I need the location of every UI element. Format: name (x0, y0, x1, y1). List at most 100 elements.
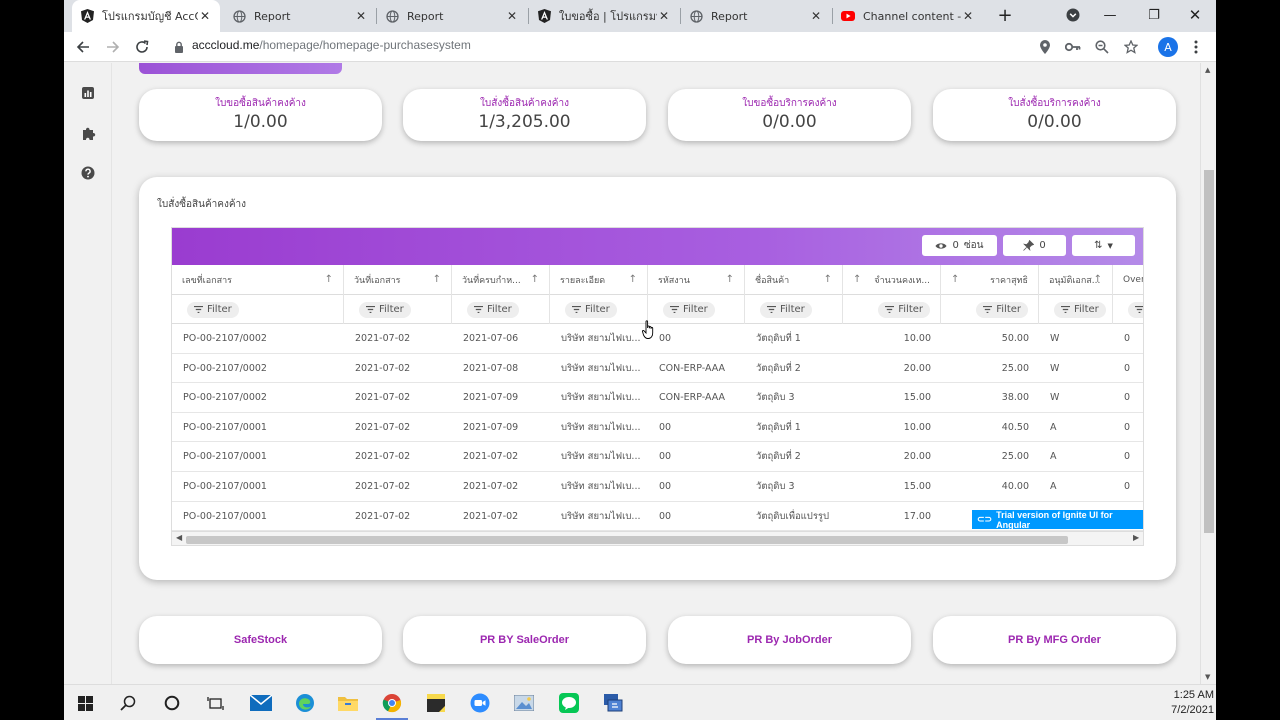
filter-button[interactable]: Filter (565, 301, 617, 318)
scroll-down-icon[interactable]: ▼ (1205, 673, 1210, 681)
filter-button[interactable]: Filter (663, 301, 715, 318)
column-header[interactable]: ชื่อสินค้า ↑ (745, 265, 843, 295)
column-header[interactable]: Over (1113, 265, 1143, 295)
new-tab-button[interactable]: + (985, 0, 1025, 30)
tab-youtube[interactable]: Channel content - Y ✕ (833, 0, 983, 32)
filter-button[interactable]: Filter (359, 301, 411, 318)
close-window-button[interactable]: ✕ (1175, 0, 1215, 30)
windows-start-icon[interactable] (73, 691, 97, 715)
sort-arrow-icon[interactable]: ↑ (853, 274, 861, 285)
sort-menu-button[interactable]: ⇅ ▼ (1072, 235, 1135, 256)
tab-search-button[interactable] (1053, 0, 1093, 30)
stat-card-pr-service[interactable]: ใบขอซื้อบริการคงค้าง 0/0.00 (668, 89, 911, 141)
stat-card-pr-goods[interactable]: ใบขอซื้อสินค้าคงค้าง 1/0.00 (139, 89, 382, 141)
tab-report-2[interactable]: Report ✕ (377, 0, 527, 32)
scrollbar-thumb[interactable] (1204, 170, 1214, 533)
pin-columns-button[interactable]: 0 (1003, 235, 1066, 256)
tab-report-3[interactable]: Report ✕ (681, 0, 831, 32)
scroll-right-icon[interactable]: ▶ (1133, 533, 1139, 542)
filter-button[interactable]: Filter (467, 301, 519, 318)
column-header[interactable]: วันที่ครบกำห... ↑ (452, 265, 550, 295)
table-row[interactable]: PO-00-2107/0001 2021-07-02 2021-07-02 บริษั… (172, 442, 1143, 472)
filter-button[interactable] (1128, 301, 1143, 318)
sort-arrow-icon[interactable]: ↑ (1094, 274, 1102, 285)
filter-button[interactable]: Filter (976, 301, 1028, 318)
sort-arrow-icon[interactable]: ↑ (629, 274, 637, 285)
search-icon[interactable] (116, 691, 140, 715)
tab-purchase-request[interactable]: ใบขอซื้อ | โปรแกรมบัญ ✕ (529, 0, 679, 32)
edge-icon[interactable] (293, 691, 317, 715)
secure-lock-icon[interactable] (168, 36, 190, 58)
column-header[interactable]: ราคาสุทธิ ↑ (941, 265, 1039, 295)
hide-columns-button[interactable]: 0 ซ่อน (922, 235, 997, 256)
location-icon[interactable] (1036, 38, 1054, 56)
key-icon[interactable] (1064, 38, 1082, 56)
menu-dots-icon[interactable] (1187, 38, 1205, 56)
table-row[interactable]: PO-00-2107/0001 2021-07-02 2021-07-09 บริษั… (172, 413, 1143, 443)
close-tab-icon[interactable]: ✕ (961, 9, 975, 23)
chrome-icon[interactable] (380, 691, 404, 715)
sort-arrow-icon[interactable]: ↑ (325, 274, 333, 285)
safestock-button[interactable]: SafeStock (139, 616, 382, 664)
scrollbar-thumb[interactable] (186, 536, 1068, 544)
trial-notice[interactable]: ⊂⊃ Trial version of Ignite UI for Angula… (972, 510, 1143, 530)
help-icon[interactable] (79, 164, 97, 182)
close-tab-icon[interactable]: ✕ (809, 9, 823, 23)
column-header[interactable]: วันที่เอกสาร ↑ (344, 265, 452, 295)
filter-button[interactable]: Filter (187, 301, 239, 318)
table-row[interactable]: PO-00-2107/0001 2021-07-02 2021-07-02 บริษั… (172, 472, 1143, 502)
column-header[interactable]: อนุมัติเอกส... ↑ (1039, 265, 1113, 295)
stat-card-po-goods[interactable]: ใบสั่งซื้อสินค้าคงค้าง 1/3,205.00 (403, 89, 646, 141)
horizontal-scrollbar[interactable]: ◀ ▶ (172, 531, 1143, 545)
pr-by-saleorder-button[interactable]: PR BY SaleOrder (403, 616, 646, 664)
file-explorer-icon[interactable] (336, 691, 360, 715)
sort-arrow-icon[interactable]: ↑ (531, 274, 539, 285)
close-tab-icon[interactable]: ✕ (657, 9, 671, 23)
close-tab-icon[interactable]: ✕ (354, 9, 368, 23)
column-header[interactable]: รายละเอียด ↑ (550, 265, 648, 295)
column-header[interactable]: จำนวนคงเห... ↑ (843, 265, 941, 295)
sort-arrow-icon[interactable]: ↑ (726, 274, 734, 285)
restore-button[interactable]: ❐ (1134, 0, 1174, 30)
filter-button[interactable]: Filter (1054, 301, 1106, 318)
forward-button[interactable] (102, 36, 124, 58)
sort-arrow-icon[interactable]: ↑ (824, 274, 832, 285)
cortana-icon[interactable] (160, 691, 184, 715)
zoom-app-icon[interactable] (468, 691, 492, 715)
minimize-button[interactable]: — (1090, 0, 1130, 30)
vertical-scrollbar[interactable]: ▲ ▼ (1200, 63, 1216, 684)
table-row[interactable]: PO-00-2107/0002 2021-07-02 2021-07-06 บริษั… (172, 324, 1143, 354)
filter-button[interactable]: Filter (760, 301, 812, 318)
table-row[interactable]: PO-00-2107/0002 2021-07-02 2021-07-09 บริษั… (172, 383, 1143, 413)
sort-arrow-icon[interactable]: ↑ (951, 274, 959, 285)
remote-desktop-icon[interactable] (601, 691, 625, 715)
url-field[interactable]: acccloud.me/homepage/homepage-purchasesy… (192, 38, 471, 52)
table-row[interactable]: PO-00-2107/0002 2021-07-02 2021-07-08 บริษั… (172, 354, 1143, 384)
sticky-notes-icon[interactable] (424, 691, 448, 715)
mail-icon[interactable] (249, 691, 273, 715)
scroll-left-icon[interactable]: ◀ (176, 533, 182, 542)
scroll-up-icon[interactable]: ▲ (1205, 66, 1210, 74)
zoom-icon[interactable] (1093, 38, 1111, 56)
sort-arrow-icon[interactable]: ↑ (433, 274, 441, 285)
profile-avatar[interactable]: A (1158, 37, 1178, 57)
tab-acccloud[interactable]: โปรแกรมบัญชี AccClo ✕ (72, 0, 220, 32)
column-header[interactable]: เลขที่เอกสาร ↑ (172, 265, 344, 295)
pr-by-mfgorder-button[interactable]: PR By MFG Order (933, 616, 1176, 664)
close-tab-icon[interactable]: ✕ (505, 9, 519, 23)
system-clock[interactable]: 1:25 AM 7/2/2021 (1154, 688, 1214, 718)
task-view-icon[interactable] (203, 691, 227, 715)
pr-by-joborder-button[interactable]: PR By JobOrder (668, 616, 911, 664)
tab-report-1[interactable]: Report ✕ (224, 0, 376, 32)
photos-icon[interactable] (512, 691, 536, 715)
report-chart-icon[interactable] (79, 84, 97, 102)
bookmark-star-icon[interactable] (1122, 38, 1140, 56)
line-icon[interactable] (557, 691, 581, 715)
back-button[interactable] (72, 36, 94, 58)
close-tab-icon[interactable]: ✕ (198, 9, 212, 23)
filter-button[interactable]: Filter (878, 301, 930, 318)
column-header[interactable]: รหัสงาน ↑ (648, 265, 745, 295)
reload-button[interactable] (131, 36, 153, 58)
stat-card-po-service[interactable]: ใบสั่งซื้อบริการคงค้าง 0/0.00 (933, 89, 1176, 141)
puzzle-icon[interactable] (79, 124, 97, 142)
